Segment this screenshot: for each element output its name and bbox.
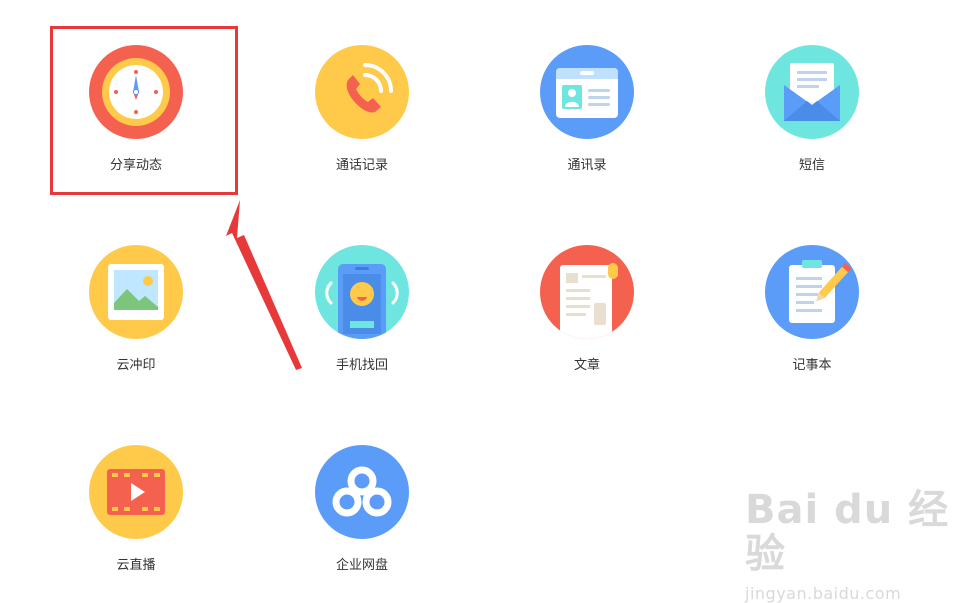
app-articles[interactable]: 文章: [497, 245, 677, 375]
app-call-log[interactable]: 通话记录: [272, 45, 452, 175]
app-label: 云冲印: [116, 358, 156, 373]
app-enterprise-disk[interactable]: 企业网盘: [272, 445, 452, 575]
highlight-box: [50, 26, 238, 195]
phone-icon: [315, 45, 409, 139]
app-label: 手机找回: [335, 358, 388, 373]
app-label: 通话记录: [335, 158, 388, 173]
app-label: 通讯录: [567, 158, 607, 173]
watermark: Bai du 经验 jingyan.baidu.com: [745, 487, 967, 603]
phone-locate-icon: [315, 245, 409, 339]
app-cloud-live[interactable]: 云直播: [46, 445, 226, 575]
app-label: 记事本: [792, 358, 832, 373]
watermark-url: jingyan.baidu.com: [745, 584, 902, 603]
app-sms[interactable]: 短信: [722, 45, 902, 175]
contact-card-icon: [540, 45, 634, 139]
envelope-icon: [765, 45, 859, 139]
clipboard-pencil-icon: [765, 245, 859, 339]
app-cloud-print[interactable]: 云冲印: [46, 245, 226, 375]
video-film-icon: [89, 445, 183, 539]
app-label: 云直播: [116, 558, 156, 573]
app-find-phone[interactable]: 手机找回: [272, 245, 452, 375]
watermark-brand: Bai du 经验: [745, 487, 950, 577]
app-label: 文章: [573, 358, 600, 373]
app-notepad[interactable]: 记事本: [722, 245, 902, 375]
app-label: 企业网盘: [335, 558, 388, 573]
app-contacts[interactable]: 通讯录: [497, 45, 677, 175]
app-label: 短信: [798, 158, 825, 173]
picture-icon: [89, 245, 183, 339]
scroll-icon: [540, 245, 634, 339]
cloud-disk-icon: [315, 445, 409, 539]
